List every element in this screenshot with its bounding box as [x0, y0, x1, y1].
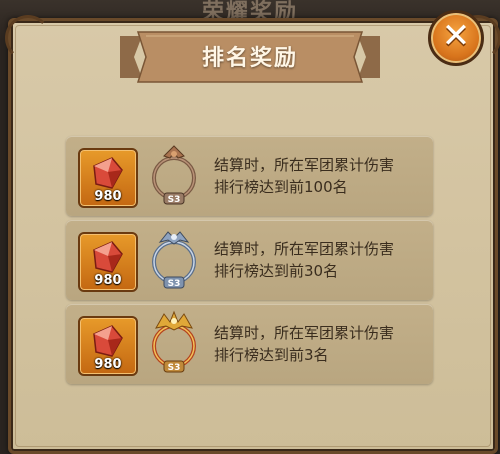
- title-ribbon: 排名奖励: [120, 30, 380, 84]
- gold-avatar-frame-icon: S3: [152, 310, 196, 373]
- item-count: 980: [94, 357, 122, 372]
- dialog-title: 排名奖励: [201, 46, 298, 71]
- red-gem-icon: [93, 157, 123, 189]
- reward-item-slot[interactable]: 980: [78, 148, 138, 208]
- reward-condition: 结算时，所在军团累计伤害 排行榜达到前30名: [214, 238, 424, 282]
- item-count: 980: [94, 189, 122, 204]
- close-icon: ✕: [441, 16, 471, 56]
- reward-condition: 结算时，所在军团累计伤害 排行榜达到前3名: [214, 322, 424, 366]
- frame-badge: S3: [168, 279, 181, 289]
- reward-row: 980 S3 结算时，所在军团累计伤害 排行榜达到前100名: [66, 136, 433, 216]
- reward-item-slot[interactable]: 980: [78, 316, 138, 376]
- reward-condition-line: 结算时，所在军团累计伤害: [214, 324, 395, 342]
- red-gem-icon: [93, 325, 123, 357]
- frame-badge: S3: [168, 363, 181, 373]
- bronze-avatar-frame-icon: S3: [152, 145, 196, 205]
- reward-condition-line: 结算时，所在军团累计伤害: [214, 240, 395, 258]
- reward-condition-line: 排行榜达到前30名: [214, 262, 339, 280]
- reward-row: 980 S3 结算时，所在军团累计伤害 排行榜达到前3名: [66, 304, 433, 384]
- reward-condition-line: 结算时，所在军团累计伤害: [214, 156, 395, 174]
- close-button[interactable]: ✕: [428, 10, 484, 66]
- reward-item-slot[interactable]: 980: [78, 232, 138, 292]
- reward-row: 980 S3 结算时，所在军团累计伤害 排行榜达到前30名: [66, 220, 433, 300]
- panel-corner-ornament: [5, 15, 51, 61]
- item-count: 980: [94, 273, 122, 288]
- reward-condition-line: 排行榜达到前100名: [214, 178, 348, 196]
- red-gem-icon: [93, 241, 123, 273]
- frame-badge: S3: [168, 195, 181, 205]
- silver-avatar-frame-icon: S3: [152, 231, 196, 289]
- reward-condition-line: 排行榜达到前3名: [214, 346, 329, 364]
- reward-condition: 结算时，所在军团累计伤害 排行榜达到前100名: [214, 154, 424, 198]
